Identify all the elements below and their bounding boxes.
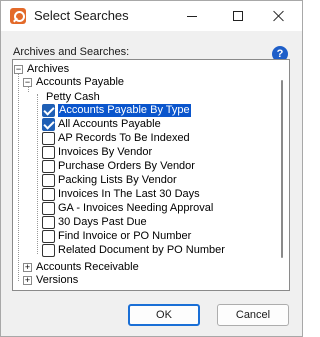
search-checkbox[interactable] bbox=[42, 216, 55, 229]
expand-icon[interactable]: + bbox=[23, 276, 32, 285]
search-label: All Accounts Payable bbox=[58, 118, 161, 130]
search-label: Packing Lists By Vendor bbox=[58, 174, 177, 186]
tree-node-label: Petty Cash bbox=[46, 91, 100, 103]
collapse-icon[interactable]: − bbox=[23, 78, 32, 87]
search-label: AP Records To Be Indexed bbox=[58, 132, 190, 144]
tree-connector bbox=[18, 70, 19, 281]
maximize-icon bbox=[233, 11, 243, 21]
maximize-button[interactable] bbox=[215, 1, 261, 31]
ok-button[interactable]: OK bbox=[128, 304, 200, 326]
minimize-button[interactable] bbox=[169, 1, 215, 31]
minimize-icon bbox=[187, 15, 197, 17]
search-checkbox[interactable] bbox=[42, 104, 55, 117]
search-checkbox[interactable] bbox=[42, 188, 55, 201]
vertical-scrollbar[interactable] bbox=[281, 80, 283, 258]
search-label: Find Invoice or PO Number bbox=[58, 230, 192, 242]
tree-node-label: Accounts Receivable bbox=[36, 261, 139, 273]
select-searches-dialog: Select Searches Archives and Searches: ?… bbox=[0, 0, 303, 337]
search-checkbox[interactable] bbox=[42, 146, 55, 159]
search-label: Accounts Payable By Type bbox=[58, 104, 191, 117]
window-title: Select Searches bbox=[34, 8, 129, 23]
close-button[interactable] bbox=[256, 1, 302, 31]
search-checkbox[interactable] bbox=[42, 202, 55, 215]
tree-node-petty-cash[interactable]: Petty Cash bbox=[46, 91, 100, 104]
search-label: Purchase Orders By Vendor bbox=[58, 160, 195, 172]
search-label: Invoices In The Last 30 Days bbox=[58, 188, 200, 200]
search-checkbox[interactable] bbox=[42, 160, 55, 173]
search-checkbox[interactable] bbox=[42, 118, 55, 131]
search-label: 30 Days Past Due bbox=[58, 216, 147, 228]
archives-tree[interactable]: − Archives − Accounts Payable Petty Cash… bbox=[12, 59, 290, 291]
close-icon bbox=[273, 10, 285, 22]
archives-searches-label: Archives and Searches: bbox=[13, 46, 130, 58]
tree-node-label: Archives bbox=[27, 63, 70, 75]
search-checkbox[interactable] bbox=[42, 174, 55, 187]
tree-node-label: Versions bbox=[36, 274, 79, 286]
search-checkbox[interactable] bbox=[42, 132, 55, 145]
title-bar: Select Searches bbox=[1, 1, 302, 31]
search-label: Invoices By Vendor bbox=[58, 146, 153, 158]
app-search-icon bbox=[10, 8, 26, 24]
tree-connector bbox=[37, 94, 38, 254]
search-label: Related Document by PO Number bbox=[58, 244, 225, 256]
cancel-button[interactable]: Cancel bbox=[217, 304, 289, 326]
collapse-icon[interactable]: − bbox=[14, 65, 23, 74]
search-label: GA - Invoices Needing Approval bbox=[58, 202, 214, 214]
expand-icon[interactable]: + bbox=[23, 263, 32, 272]
search-checkbox[interactable] bbox=[42, 230, 55, 243]
tree-node-label: Accounts Payable bbox=[36, 76, 125, 88]
search-checkbox[interactable] bbox=[42, 244, 55, 257]
